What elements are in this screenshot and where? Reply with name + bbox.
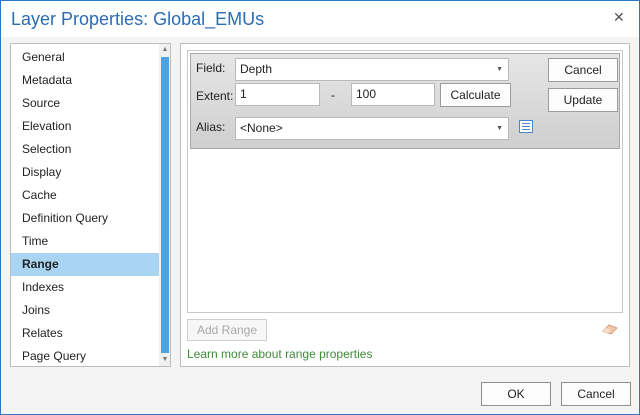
nav-item-time[interactable]: Time xyxy=(11,230,159,253)
extent-label: Extent: xyxy=(196,89,234,103)
scroll-up-icon[interactable]: ▲ xyxy=(159,44,170,56)
extent-max-input[interactable]: 100 xyxy=(351,83,435,106)
field-label: Field: xyxy=(196,61,226,75)
eraser-icon[interactable] xyxy=(602,324,618,335)
cancel-button[interactable]: Cancel xyxy=(561,382,631,406)
field-dropdown[interactable]: Depth ▼ xyxy=(235,58,509,81)
nav-item-source[interactable]: Source xyxy=(11,92,159,115)
extent-min-input[interactable]: 1 xyxy=(235,83,320,106)
alias-label: Alias: xyxy=(196,120,226,134)
chevron-down-icon: ▼ xyxy=(496,125,503,132)
nav-item-indexes[interactable]: Indexes xyxy=(11,276,159,299)
alias-value: <None> xyxy=(240,121,283,135)
cancel-range-button[interactable]: Cancel xyxy=(548,58,618,82)
nav-item-elevation[interactable]: Elevation xyxy=(11,115,159,138)
alias-dropdown[interactable]: <None> ▼ xyxy=(235,117,509,140)
range-panel: Field: Depth ▼ Extent: 1 - 100 Calculate… xyxy=(180,43,630,367)
ok-button[interactable]: OK xyxy=(481,382,551,406)
nav-item-metadata[interactable]: Metadata xyxy=(11,69,159,92)
list-icon[interactable] xyxy=(519,120,533,133)
nav-item-relates[interactable]: Relates xyxy=(11,322,159,345)
scrollbar-thumb[interactable] xyxy=(161,57,169,353)
nav-item-cache[interactable]: Cache xyxy=(11,184,159,207)
nav-item-range[interactable]: Range xyxy=(11,253,159,276)
extent-separator: - xyxy=(331,88,335,102)
scroll-down-icon[interactable]: ▼ xyxy=(159,354,170,366)
learn-more-link[interactable]: Learn more about range properties xyxy=(187,347,372,361)
field-value: Depth xyxy=(240,62,273,76)
close-icon[interactable]: ✕ xyxy=(613,9,625,26)
range-grid: Field: Depth ▼ Extent: 1 - 100 Calculate… xyxy=(187,50,623,313)
add-range-button[interactable]: Add Range xyxy=(187,319,267,341)
dialog-title: Layer Properties: Global_EMUs xyxy=(11,9,265,29)
nav-item-display[interactable]: Display xyxy=(11,161,159,184)
nav-scrollbar[interactable]: ▲ ▼ xyxy=(159,44,170,366)
nav-item-selection[interactable]: Selection xyxy=(11,138,159,161)
nav-item-page-query[interactable]: Page Query xyxy=(11,345,159,366)
update-button[interactable]: Update xyxy=(548,88,618,112)
title-bar: Layer Properties: Global_EMUs ✕ xyxy=(1,1,639,37)
layer-properties-dialog: Layer Properties: Global_EMUs ✕ General … xyxy=(0,0,640,415)
property-pages-list: General Metadata Source Elevation Select… xyxy=(10,43,171,367)
nav-item-general[interactable]: General xyxy=(11,46,159,69)
nav-item-joins[interactable]: Joins xyxy=(11,299,159,322)
calculate-button[interactable]: Calculate xyxy=(440,83,511,107)
range-editor-row: Field: Depth ▼ Extent: 1 - 100 Calculate… xyxy=(190,53,620,149)
chevron-down-icon: ▼ xyxy=(496,66,503,73)
nav-item-definition-query[interactable]: Definition Query xyxy=(11,207,159,230)
